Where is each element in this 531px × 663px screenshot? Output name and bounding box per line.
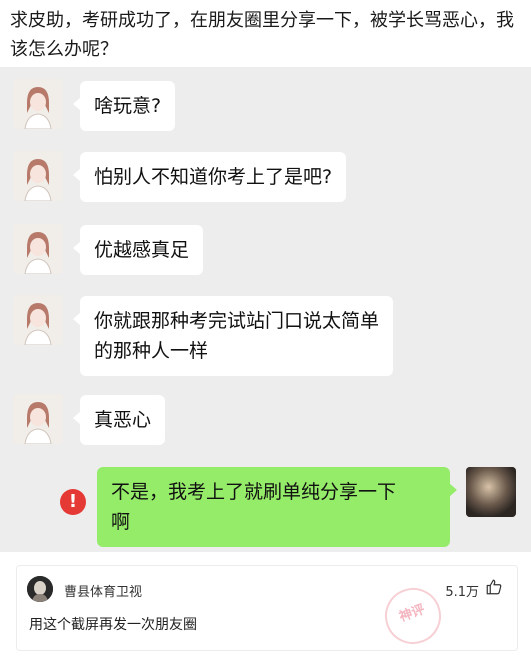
- chat-screenshot: 啥玩意? 怕别人不知道你考上了是吧? 优越感真足 你就跟那种考完试站门口说太简单…: [0, 67, 531, 552]
- message-text-line: 啊: [111, 511, 131, 533]
- featured-comment-stamp: 神评: [377, 580, 449, 652]
- contact-avatar[interactable]: [13, 79, 63, 129]
- message-text-line: 的那种人一样: [94, 340, 209, 362]
- anime-character-icon: [13, 151, 63, 201]
- message-text: 真恶心: [94, 409, 152, 431]
- anime-character-icon: [13, 295, 63, 345]
- message-text: 啥玩意?: [94, 95, 162, 117]
- user-photo-icon: [27, 576, 53, 602]
- like-count: 5.1万: [445, 585, 479, 600]
- message-bubble: 你就跟那种考完试站门口说太简单 的那种人一样: [72, 296, 394, 376]
- commenter-name[interactable]: 曹县体育卫视: [64, 581, 142, 600]
- message-bubble: 啥玩意?: [72, 81, 176, 131]
- message-bubble: 真恶心: [72, 395, 166, 445]
- commenter-avatar[interactable]: [27, 576, 53, 602]
- anime-character-icon: [13, 224, 63, 274]
- anime-character-icon: [13, 394, 63, 444]
- contact-avatar[interactable]: [13, 394, 63, 444]
- message-text-line: 不是，我考上了就刷单纯分享一下: [111, 481, 397, 503]
- message-text: 优越感真足: [94, 239, 190, 261]
- message-text: 怕别人不知道你考上了是吧?: [94, 166, 333, 188]
- thumbs-up-icon[interactable]: [485, 578, 503, 596]
- send-failed-icon[interactable]: !: [60, 489, 86, 515]
- post-title: 求皮助，考研成功了，在朋友圈里分享一下，被学长骂恶心，我该怎么办呢？: [10, 10, 514, 60]
- comment-text: 用这个截屏再发一次朋友圈: [29, 617, 197, 633]
- message-bubble: 怕别人不知道你考上了是吧?: [72, 152, 347, 202]
- contact-avatar[interactable]: [13, 295, 63, 345]
- my-avatar[interactable]: [466, 467, 516, 517]
- comment-card: 曹县体育卫视 神评 5.1万 用这个截屏再发一次朋友圈: [16, 565, 518, 652]
- message-bubble: 优越感真足: [72, 225, 204, 275]
- my-message-bubble: 不是，我考上了就刷单纯分享一下 啊: [97, 467, 457, 547]
- anime-character-icon: [13, 79, 63, 129]
- message-text-line: 你就跟那种考完试站门口说太简单: [94, 310, 380, 332]
- contact-avatar[interactable]: [13, 224, 63, 274]
- profile-photo-icon: [466, 467, 516, 517]
- contact-avatar[interactable]: [13, 151, 63, 201]
